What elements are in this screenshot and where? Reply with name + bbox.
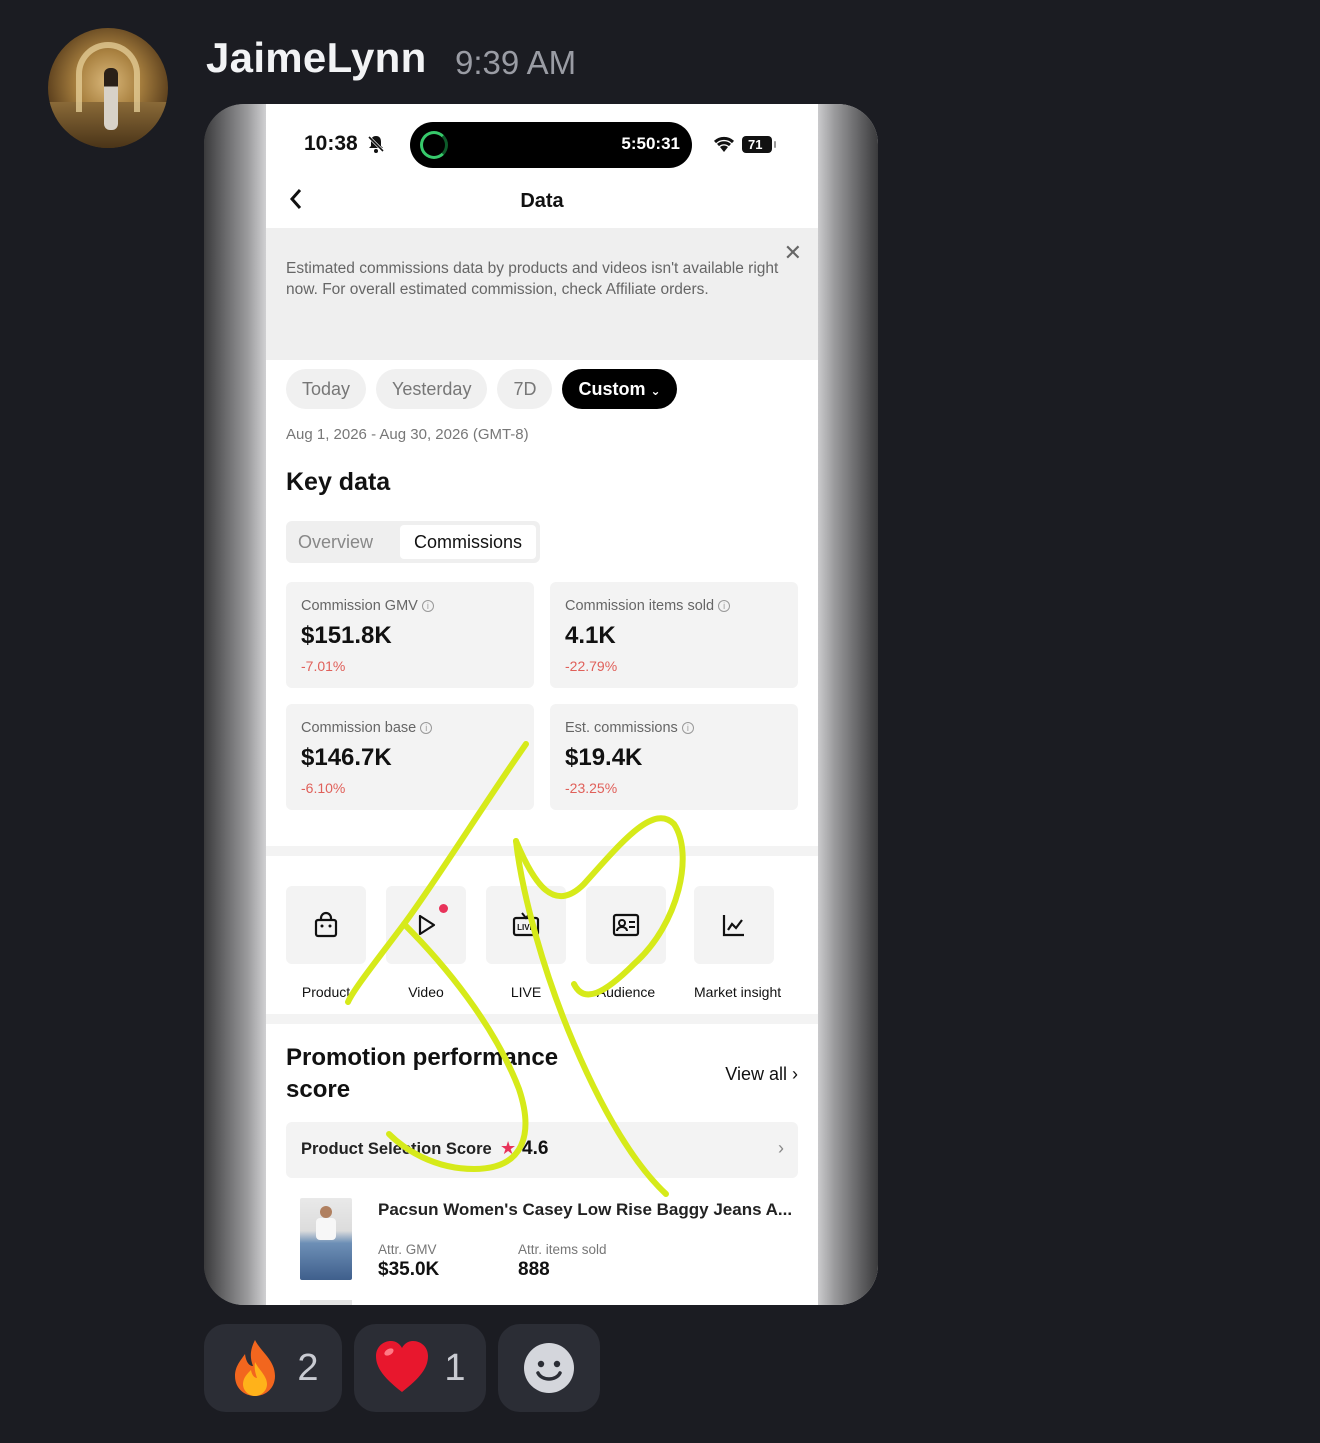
message-timestamp: 9:39 AM <box>455 44 577 81</box>
metric-value: 888 <box>518 1259 550 1280</box>
audience-card-icon <box>612 913 640 937</box>
svg-text:LIVE: LIVE <box>517 923 535 932</box>
wifi-icon <box>713 136 735 152</box>
image-attachment[interactable]: 10:38 5:50:31 71 Data Estimated commissi… <box>204 104 878 1305</box>
shopping-bag-icon <box>314 911 338 938</box>
tab-today[interactable]: Today <box>286 369 367 409</box>
live-tv-icon: LIVE <box>512 912 540 937</box>
metric-label: Commission GMV <box>301 598 418 614</box>
metric-label: Commission items sold <box>565 598 715 614</box>
product-metric-items: Attr. items sold 888 <box>518 1242 607 1281</box>
metric-label: Est. commissions <box>565 720 678 736</box>
tool-label: Audience <box>596 984 656 1000</box>
section-title-key-data: Key data <box>286 468 391 496</box>
view-all-label: View all <box>725 1064 787 1084</box>
metric-label: Commission base <box>301 720 417 736</box>
chevron-right-icon: › <box>778 1138 784 1158</box>
metric-value: $146.7K <box>301 744 392 771</box>
reaction-heart[interactable]: 1 <box>354 1324 486 1412</box>
tab-overview[interactable]: Overview <box>298 525 373 559</box>
info-icon[interactable]: i <box>718 600 731 612</box>
star-icon: ★ <box>500 1138 517 1158</box>
info-icon[interactable]: i <box>421 600 434 612</box>
smiley-face-icon <box>524 1343 574 1393</box>
page-title: Data <box>520 190 564 212</box>
info-icon[interactable]: i <box>420 722 433 734</box>
tab-custom-label: Custom <box>578 379 646 399</box>
view-all-link[interactable]: View all › <box>725 1064 798 1085</box>
chevron-right-icon: › <box>792 1064 798 1084</box>
metric-label: Attr. items sold <box>518 1242 607 1257</box>
reaction-fire[interactable]: 2 <box>204 1324 342 1412</box>
bell-muted-icon <box>367 135 385 153</box>
next-product-thumbnail <box>300 1300 352 1305</box>
close-icon[interactable]: ✕ <box>784 240 802 266</box>
product-name[interactable]: Pacsun Women's Casey Low Rise Baggy Jean… <box>378 1200 802 1220</box>
metric-change: -7.01% <box>301 658 346 674</box>
section-divider <box>266 846 818 856</box>
tool-label: LIVE <box>510 984 542 1000</box>
score-label: Product Selection Score <box>301 1140 492 1158</box>
timer-ring-icon <box>420 131 448 159</box>
tool-video[interactable]: Video <box>386 886 466 1000</box>
tab-7d[interactable]: 7D <box>497 369 553 409</box>
metric-card-est-commissions[interactable]: Est. commissions i $19.4K -23.25% <box>550 704 798 810</box>
user-avatar[interactable] <box>48 28 168 148</box>
tab-custom[interactable]: Custom ⌄ <box>562 369 677 409</box>
metric-card-commission-gmv[interactable]: Commission GMV i $151.8K -7.01% <box>286 582 534 688</box>
section-divider <box>266 1014 818 1024</box>
battery-icon: 71 <box>742 136 776 153</box>
chevron-down-icon: ⌄ <box>650 384 661 398</box>
product-metric-gmv: Attr. GMV $35.0K <box>378 1242 439 1281</box>
tab-yesterday[interactable]: Yesterday <box>376 369 488 409</box>
fire-emoji-icon <box>235 1340 276 1396</box>
reaction-count: 2 <box>297 1346 319 1389</box>
notice-text: Estimated commissions data by products a… <box>286 260 779 298</box>
phone-screenshot: 10:38 5:50:31 71 Data Estimated commissi… <box>266 104 818 1305</box>
metric-label: Attr. GMV <box>378 1242 437 1257</box>
metric-change: -6.10% <box>301 780 346 796</box>
line-chart-icon <box>722 915 744 937</box>
add-reaction-button[interactable] <box>498 1324 600 1412</box>
tool-label: Product <box>301 984 351 1000</box>
video-play-icon <box>418 914 436 936</box>
dynamic-island: 5:50:31 <box>410 122 692 168</box>
tool-live[interactable]: LIVE LIVE <box>486 886 566 1000</box>
info-icon[interactable]: i <box>681 722 694 734</box>
score-value: 4.6 <box>522 1138 549 1159</box>
metric-value: $35.0K <box>378 1259 440 1280</box>
metric-value: 4.1K <box>565 622 616 649</box>
tool-label: Market insight <box>694 984 782 1000</box>
section-title-promotion: Promotion performance score <box>286 1044 559 1103</box>
reaction-count: 1 <box>444 1346 466 1389</box>
metric-change: -23.25% <box>565 780 618 796</box>
username[interactable]: JaimeLynn <box>206 34 427 82</box>
metric-value: $151.8K <box>301 622 392 649</box>
product-selection-score-row[interactable]: Product Selection Score ★ 4.6 › <box>286 1122 798 1178</box>
key-data-tabs: Overview Commissions <box>286 521 540 563</box>
status-time: 10:38 <box>304 132 358 155</box>
tool-product[interactable]: Product <box>286 886 366 1000</box>
island-timer: 5:50:31 <box>621 134 680 153</box>
tool-audience[interactable]: Audience <box>586 886 666 1000</box>
metric-value: $19.4K <box>565 744 643 771</box>
product-thumbnail[interactable] <box>300 1198 352 1280</box>
tab-commissions[interactable]: Commissions <box>400 525 536 559</box>
date-range-text: Aug 1, 2026 - Aug 30, 2026 (GMT-8) <box>286 426 529 443</box>
tool-label: Video <box>408 984 444 1000</box>
notice-banner: Estimated commissions data by products a… <box>266 228 818 360</box>
metric-card-items-sold[interactable]: Commission items sold i 4.1K -22.79% <box>550 582 798 688</box>
notification-dot <box>439 904 448 913</box>
heart-emoji-icon <box>376 1341 429 1392</box>
metric-change: -22.79% <box>565 658 618 674</box>
tool-market-insight[interactable]: Market insight <box>694 886 782 1000</box>
date-range-tabs: Today Yesterday 7D Custom ⌄ <box>286 369 677 409</box>
metric-card-commission-base[interactable]: Commission base i $146.7K -6.10% <box>286 704 534 810</box>
